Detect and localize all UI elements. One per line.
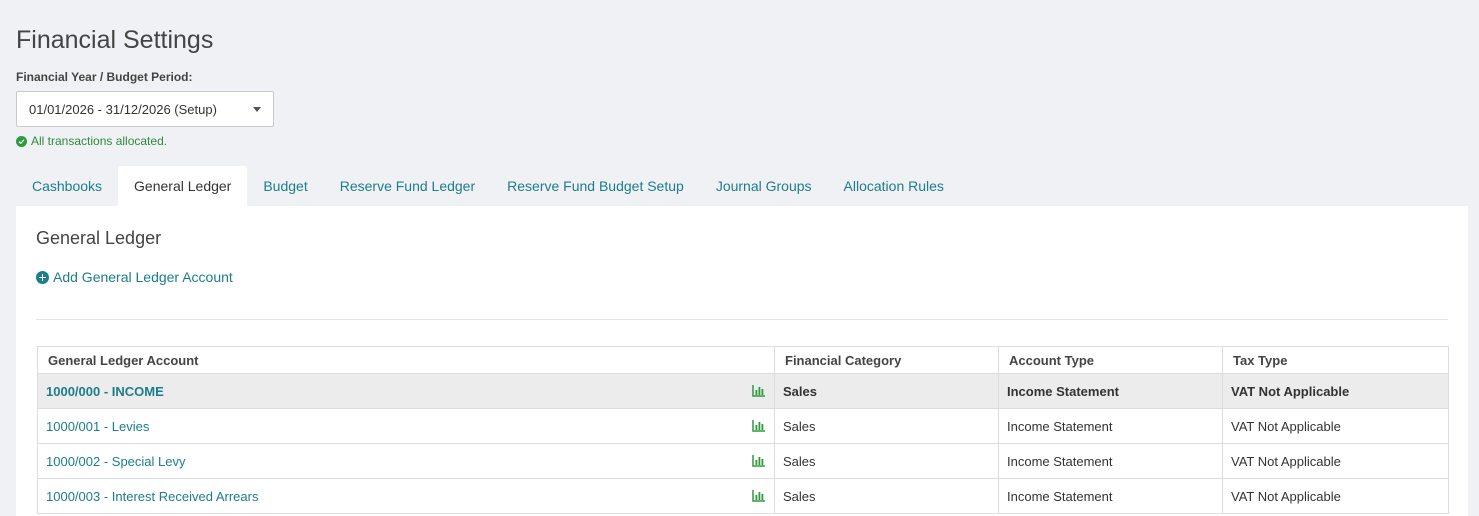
table-row: 1000/003 - Interest Received Arrears Sal… (37, 478, 1449, 514)
tab-budget[interactable]: Budget (247, 166, 323, 206)
page-title: Financial Settings (16, 26, 214, 54)
settings-tabs: Cashbooks General Ledger Budget Reserve … (16, 166, 960, 206)
tax-type-cell: VAT Not Applicable (1222, 408, 1449, 444)
add-gl-account-button[interactable]: Add General Ledger Account (36, 269, 233, 285)
bar-chart-icon[interactable] (752, 420, 766, 432)
bar-chart-icon[interactable] (752, 455, 766, 467)
account-link[interactable]: 1000/001 - Levies (46, 419, 149, 434)
account-type-cell: Income Statement (998, 478, 1223, 514)
period-label: Financial Year / Budget Period: (16, 70, 193, 84)
table-row: 1000/000 - INCOME Sales Income Statement… (37, 373, 1449, 409)
status-text: All transactions allocated. (31, 134, 168, 148)
allocation-status: All transactions allocated. (16, 134, 167, 148)
tab-cashbooks[interactable]: Cashbooks (16, 166, 118, 206)
table-row: 1000/002 - Special Levy Sales Income Sta… (37, 443, 1449, 479)
category-cell: Sales (774, 408, 999, 444)
account-link[interactable]: 1000/002 - Special Levy (46, 454, 185, 469)
account-cell: 1000/000 - INCOME (37, 373, 775, 409)
tax-type-cell: VAT Not Applicable (1222, 443, 1449, 479)
account-type-cell: Income Statement (998, 373, 1223, 409)
account-cell: 1000/003 - Interest Received Arrears (37, 478, 775, 514)
gl-accounts-table: General Ledger Account Financial Categor… (37, 346, 1449, 514)
tab-journal-groups[interactable]: Journal Groups (700, 166, 828, 206)
period-select-value: 01/01/2026 - 31/12/2026 (Setup) (29, 101, 217, 117)
column-header-category: Financial Category (774, 346, 999, 374)
tab-reserve-fund-budget-setup[interactable]: Reserve Fund Budget Setup (491, 166, 700, 206)
account-cell: 1000/002 - Special Levy (37, 443, 775, 479)
column-header-account-type: Account Type (998, 346, 1223, 374)
account-link[interactable]: 1000/000 - INCOME (46, 384, 164, 399)
check-circle-icon (16, 135, 27, 147)
tax-type-cell: VAT Not Applicable (1222, 373, 1449, 409)
financial-settings-page: Financial Settings Financial Year / Budg… (0, 0, 1479, 516)
category-cell: Sales (774, 478, 999, 514)
add-gl-account-label: Add General Ledger Account (53, 269, 233, 285)
category-cell: Sales (774, 373, 999, 409)
plus-circle-icon (36, 270, 49, 284)
tab-reserve-fund-ledger[interactable]: Reserve Fund Ledger (324, 166, 491, 206)
account-type-cell: Income Statement (998, 443, 1223, 479)
divider (36, 319, 1448, 320)
tab-general-ledger[interactable]: General Ledger (118, 166, 248, 206)
column-header-tax-type: Tax Type (1222, 346, 1449, 374)
caret-down-icon (253, 106, 261, 112)
account-link[interactable]: 1000/003 - Interest Received Arrears (46, 489, 258, 504)
bar-chart-icon[interactable] (752, 385, 766, 397)
tax-type-cell: VAT Not Applicable (1222, 478, 1449, 514)
tab-allocation-rules[interactable]: Allocation Rules (828, 166, 960, 206)
table-row: 1000/001 - Levies Sales Income Statement… (37, 408, 1449, 444)
account-cell: 1000/001 - Levies (37, 408, 775, 444)
bar-chart-icon[interactable] (752, 490, 766, 502)
account-type-cell: Income Statement (998, 408, 1223, 444)
table-header-row: General Ledger Account Financial Categor… (37, 346, 1449, 374)
category-cell: Sales (774, 443, 999, 479)
period-select[interactable]: 01/01/2026 - 31/12/2026 (Setup) (16, 91, 274, 127)
general-ledger-panel: General Ledger Add General Ledger Accoun… (16, 206, 1468, 516)
column-header-account: General Ledger Account (37, 346, 775, 374)
panel-title: General Ledger (36, 228, 162, 248)
